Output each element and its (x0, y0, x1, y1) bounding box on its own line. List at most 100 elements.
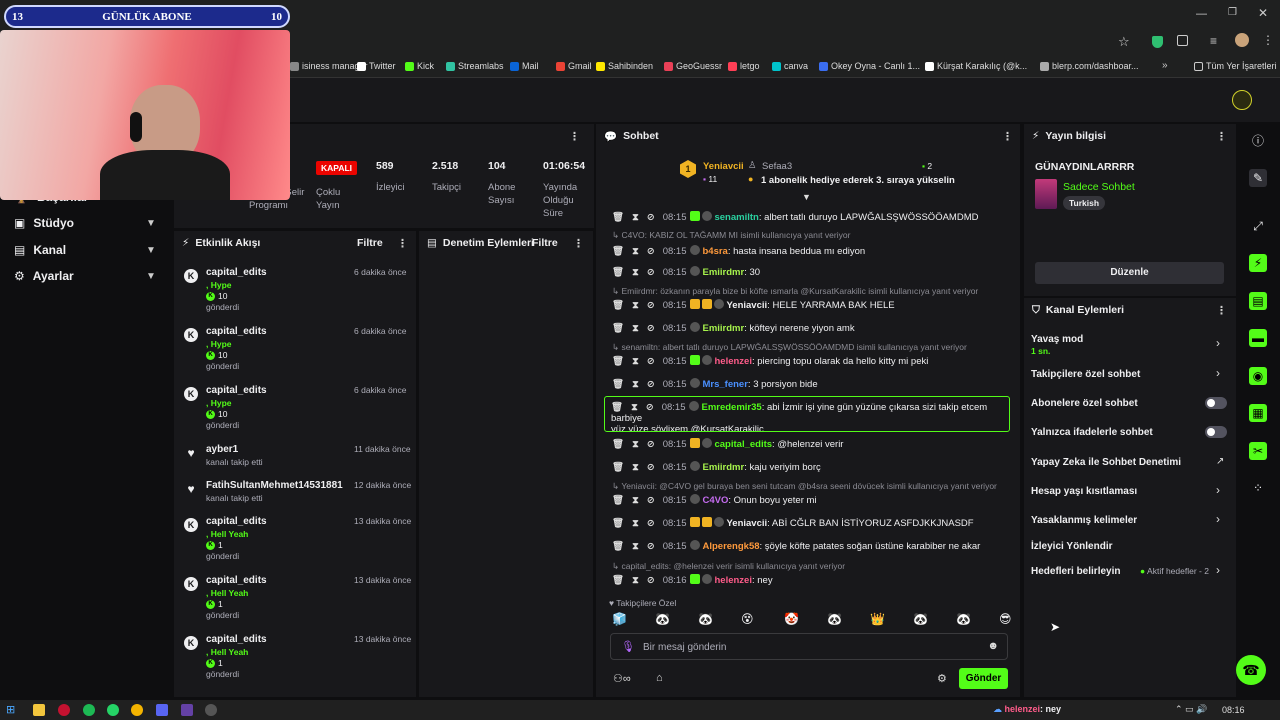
message-user[interactable]: Emiirdmr (702, 323, 744, 334)
bookmark-8[interactable]: letgo (728, 61, 760, 71)
ai-moderation[interactable]: Yapay Zeka ile Sohbet Denetimi (1031, 457, 1181, 468)
timeout-icon[interactable]: ⧗ (632, 267, 639, 278)
chat-message[interactable]: 🗑 ⧗ ⊘ 08:15 C4VO: Onun boyu yeter mi (612, 494, 1008, 506)
message-user[interactable]: Emredemir35 (701, 402, 761, 413)
star-icon[interactable]: ☆ (1118, 34, 1130, 50)
chat-message[interactable]: 🗑 ⧗ ⊘ 08:15 Emiirdmr: 30 (612, 266, 1008, 278)
chat-message[interactable]: 🗑 ⧗ ⊘ 08:16 helenzei: ney (612, 574, 1008, 586)
chat-message[interactable]: 🗑 ⧗ ⊘ 08:15 Emiirdmr: köfteyi nerene yiyon a… (612, 322, 1008, 334)
chevron-down-icon[interactable]: ▼ (146, 218, 156, 229)
trash-icon[interactable]: 🗑 (612, 356, 624, 367)
nav-channel[interactable]: ▤ Kanal (14, 243, 66, 257)
collapse-icon[interactable]: ▼ (802, 192, 811, 202)
bookmark-2[interactable]: Kick (405, 61, 434, 71)
message-user[interactable]: helenzei (714, 356, 752, 367)
chevron-right-icon[interactable]: › (1216, 512, 1220, 526)
timeout-icon[interactable]: ⧗ (632, 495, 639, 506)
emote-icon[interactable]: 😵 (741, 612, 754, 626)
chrome-icon[interactable] (131, 704, 143, 716)
emote-icon[interactable]: 🐼 (655, 612, 670, 626)
stream-category[interactable]: Sadece Sohbet (1063, 181, 1135, 193)
timeout-icon[interactable]: ⧗ (631, 402, 638, 413)
timeout-icon[interactable]: ⧗ (632, 356, 639, 367)
account-age-restriction[interactable]: Hesap yaşı kısıtlaması (1031, 486, 1137, 497)
bookmark-11[interactable]: Kürşat Karakılıç (@k... (925, 61, 1027, 71)
trash-icon[interactable]: 🗑 (612, 495, 624, 506)
trash-icon[interactable]: 🗑 (612, 379, 624, 390)
apps-icon[interactable]: ⁘ (1249, 479, 1267, 497)
pencil-icon[interactable]: ✎ (1249, 169, 1267, 187)
users-icon[interactable]: ⚇∞ (613, 672, 631, 685)
lightning-icon[interactable]: ⚡ (1249, 254, 1267, 272)
edit-button[interactable]: Düzenle (1035, 262, 1224, 284)
activity-filter-button[interactable]: Filtre (357, 237, 383, 249)
timeout-icon[interactable]: ⧗ (632, 462, 639, 473)
ban-icon[interactable]: ⊘ (647, 462, 655, 473)
ban-icon[interactable]: ⊘ (647, 439, 655, 450)
timeout-icon[interactable]: ⧗ (632, 439, 639, 450)
emotes-only-toggle[interactable] (1205, 426, 1227, 438)
expand-icon[interactable]: ⤢ (1249, 217, 1267, 235)
send-button[interactable]: Gönder (959, 668, 1008, 689)
ban-icon[interactable]: ⊘ (647, 495, 655, 506)
category-thumbnail[interactable] (1035, 179, 1057, 209)
event-user[interactable]: capital_edits (206, 385, 267, 396)
event-user[interactable]: capital_edits (206, 516, 267, 527)
kebab-icon[interactable]: ⋮ (573, 237, 584, 250)
ban-icon[interactable]: ⊘ (647, 212, 655, 223)
pinned-user-2[interactable]: Sefaa3 (762, 161, 792, 172)
emote-icon[interactable]: 🐼 (827, 612, 842, 626)
trash-icon[interactable]: 🗑 (612, 439, 624, 450)
message-user[interactable]: b4sra (702, 246, 727, 257)
emote-icon[interactable]: 🐼 (956, 612, 971, 626)
timeout-icon[interactable]: ⧗ (632, 212, 639, 223)
kebab-icon[interactable]: ⋮ (397, 237, 408, 250)
all-bookmarks[interactable]: Tüm Yer İşaretleri (1194, 61, 1277, 71)
message-user[interactable]: Yeniavcii (726, 300, 767, 311)
ban-icon[interactable]: ⊘ (646, 402, 654, 413)
profile-avatar[interactable] (1235, 33, 1249, 47)
slow-mode-label[interactable]: Yavaş mod (1031, 334, 1083, 345)
minimize-icon[interactable]: — (1196, 8, 1207, 20)
shield-icon[interactable] (1152, 36, 1163, 48)
message-user[interactable]: Mrs_fener (702, 379, 747, 390)
maximize-icon[interactable]: ❐ (1228, 7, 1237, 18)
chat-message[interactable]: 🗑 ⧗ ⊘ 08:15 Emredemir35: abi İzmir işi yine … (604, 396, 1010, 432)
clipboard-icon[interactable]: ▤ (1249, 292, 1267, 310)
message-user[interactable]: Alperengk58 (702, 541, 759, 552)
ban-icon[interactable]: ⊘ (647, 323, 655, 334)
ban-icon[interactable]: ⊘ (647, 518, 655, 529)
bookmark-9[interactable]: canva (772, 61, 808, 71)
message-user[interactable]: helenzei (714, 575, 752, 586)
trash-icon[interactable]: 🗑 (612, 267, 624, 278)
timeout-icon[interactable]: ⧗ (632, 518, 639, 529)
trash-icon[interactable]: 🗑 (612, 575, 624, 586)
bookmark-4[interactable]: Mail (510, 61, 539, 71)
wrench-icon[interactable]: ✂ (1249, 442, 1267, 460)
extensions-icon[interactable] (1177, 35, 1188, 46)
chat-message[interactable]: 🗑 ⧗ ⊘ 08:15 senamiltn: albert tatlı duruyo L… (612, 211, 1008, 223)
ban-icon[interactable]: ⊘ (647, 356, 655, 367)
trash-icon[interactable]: 🗑 (612, 541, 624, 552)
banned-words[interactable]: Yasaklanmış kelimeler (1031, 515, 1137, 526)
subscribers-only-chat[interactable]: Abonelere özel sohbet (1031, 398, 1138, 409)
chat-input[interactable]: 🎙 Bir mesaj gönderin ☻ (610, 633, 1008, 660)
streamlabs-app-icon[interactable] (181, 704, 193, 716)
chat-message[interactable]: 🗑 ⧗ ⊘ 08:15 Yeniavcii: ABİ CĞLR BAN İSTİYORU… (612, 517, 1008, 529)
broadcast-icon[interactable]: ◉ (1249, 367, 1267, 385)
chat-bubble-icon[interactable]: ▬ (1249, 329, 1267, 347)
chat-message[interactable]: 🗑 ⧗ ⊘ 08:15 capital_edits: @helenzei verir (612, 438, 1008, 450)
emote-icon[interactable]: 🤡 (784, 612, 799, 626)
emote-icon[interactable]: 😎 (999, 612, 1012, 626)
emote-icon[interactable]: 🧊 (612, 612, 627, 626)
ban-icon[interactable]: ⊘ (647, 300, 655, 311)
close-icon[interactable]: ✕ (1258, 6, 1268, 20)
event-user[interactable]: capital_edits (206, 326, 267, 337)
message-user[interactable]: Emiirdmr (702, 462, 744, 473)
bookmark-10[interactable]: Okey Oyna - Canlı 1... (819, 61, 920, 71)
bookmark-3[interactable]: Streamlabs (446, 61, 504, 71)
emote-icon[interactable]: 🐼 (913, 612, 928, 626)
subscribers-only-toggle[interactable] (1205, 397, 1227, 409)
kebab-icon[interactable]: ⋮ (1002, 130, 1013, 143)
nav-studio[interactable]: ▣ Stüdyo (14, 216, 74, 230)
